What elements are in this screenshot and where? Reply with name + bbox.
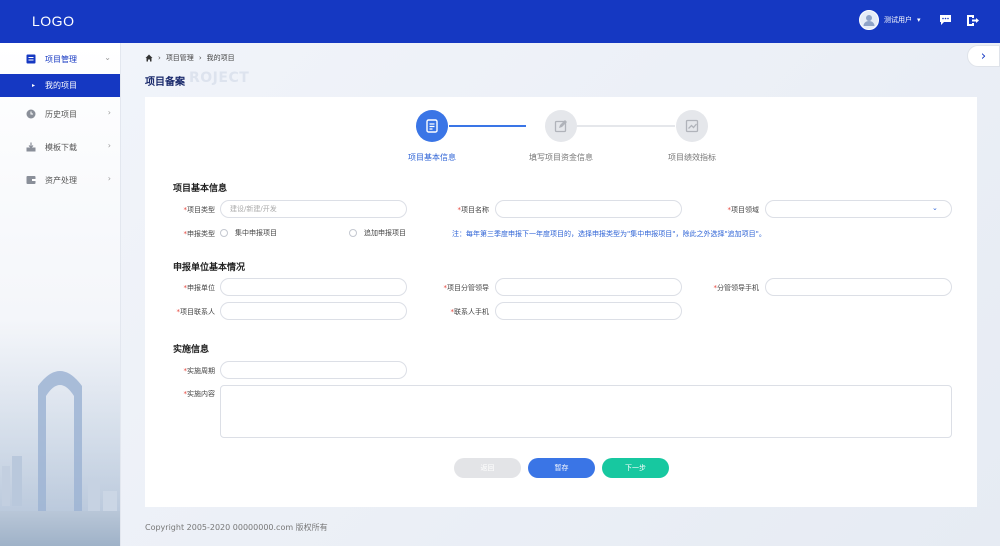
radio-label: 追加申报项目 [364,229,406,237]
logout-icon[interactable] [964,12,980,28]
breadcrumb-separator-icon: › [198,54,202,62]
project-type-input[interactable] [220,200,407,218]
avatar-icon[interactable] [859,10,879,30]
period-label: *实施周期 [183,367,216,375]
caret-down-icon[interactable]: ▾ [917,16,921,24]
sidebar-item-label: 项目管理 [45,54,77,64]
section-title-unit: 申报单位基本情况 [173,263,246,273]
step-indicator: 项目基本信息 填写项目资金信息 项目绩效指标 [145,97,977,177]
back-button[interactable]: 返回 [454,458,521,478]
page-title: 项目备案 [145,77,185,88]
period-input[interactable] [220,361,407,379]
apply-unit-input[interactable] [220,278,407,296]
logo[interactable]: LOGO [32,13,74,29]
apply-unit-label: *申报单位 [183,284,216,292]
footer-copyright: Copyright 2005-2020 00000000.com 版权所有 [145,523,328,532]
contact-label: *项目联系人 [176,308,216,316]
sidebar-item-asset-processing[interactable]: 资产处理 › [0,167,120,193]
leader-input[interactable] [495,278,682,296]
breadcrumb: › 项目管理 › 我的项目 [145,53,235,63]
apply-type-label: *申报类型 [183,230,216,238]
chevron-down-icon[interactable]: ⌄ [932,204,938,212]
apply-type-note: 注：每年第三季度申报下一年度项目的，选择申报类型为"集中申报项目"，除此之外选择… [452,230,766,238]
clock-icon [26,109,36,119]
sidebar-item-project-management[interactable]: 项目管理 ⌄ [0,46,120,72]
step-connector [449,125,526,127]
content-textarea[interactable] [220,385,952,438]
folder-icon [26,54,36,64]
sidebar-item-history[interactable]: 历史项目 › [0,101,120,127]
page-title-watermark: ROJECT [189,70,250,86]
radio-label: 集中申报项目 [235,229,277,237]
leader-label: *项目分管领导 [443,284,490,292]
project-field-select[interactable] [765,200,952,218]
radio-button[interactable] [220,229,228,237]
contact-phone-input[interactable] [495,302,682,320]
step-1-label: 项目基本信息 [408,153,456,162]
sidebar-item-template-download[interactable]: 模板下载 › [0,134,120,160]
user-menu[interactable]: 测试用户 ▾ [859,10,921,30]
form-card: 项目基本信息 填写项目资金信息 项目绩效指标 项目基本信息 *项目类型 *项目名… [145,97,977,507]
apply-type-radio-additional[interactable]: 追加申报项目 [349,228,406,238]
chevron-down-icon: ⌄ [104,53,111,62]
chevron-right-icon: › [107,141,111,150]
step-2-label: 填写项目资金信息 [529,153,593,162]
step-2-icon[interactable] [545,110,577,142]
home-icon[interactable] [145,54,153,62]
section-title-basic: 项目基本信息 [173,184,228,194]
step-1-icon[interactable] [416,110,448,142]
asset-icon [26,176,36,184]
sidebar-subitem-my-projects[interactable]: ▸ 我的项目 [0,74,120,97]
sidebar: 项目管理 ⌄ ▸ 我的项目 历史项目 › 模板下载 › 资产处理 › [0,43,121,546]
content-label: *实施内容 [183,390,216,398]
chat-icon[interactable] [937,12,953,28]
section-title-impl: 实施信息 [173,345,210,355]
city-skyline-illustration [0,316,120,546]
download-icon [26,142,36,152]
breadcrumb-item[interactable]: 项目管理 [166,53,194,63]
step-connector [577,125,675,127]
save-draft-button[interactable]: 暂存 [528,458,595,478]
user-name[interactable]: 测试用户 [884,15,912,25]
sidebar-subitem-label: 我的项目 [45,81,78,90]
bullet-icon: ▸ [32,82,36,89]
radio-button[interactable] [349,229,357,237]
breadcrumb-item[interactable]: 我的项目 [207,53,235,63]
project-type-label: *项目类型 [183,206,216,214]
chevron-right-icon: › [107,108,111,117]
contact-phone-label: *联系人手机 [450,308,490,316]
step-3-label: 项目绩效指标 [668,153,716,162]
project-name-label: *项目名称 [457,206,490,214]
sidebar-item-label: 资产处理 [45,175,77,185]
leader-phone-input[interactable] [765,278,952,296]
chevron-right-icon: › [107,174,111,183]
step-3-icon[interactable] [676,110,708,142]
main-content: › 项目管理 › 我的项目 ROJECT 项目备案 › 项目基本信息 填写项目资… [121,43,1000,546]
sidebar-item-label: 模板下载 [45,142,77,152]
contact-input[interactable] [220,302,407,320]
leader-phone-label: *分管领导手机 [713,284,760,292]
next-step-button[interactable]: 下一步 [602,458,669,478]
breadcrumb-separator-icon: › [158,54,161,62]
project-field-label: *项目领域 [727,206,760,214]
project-name-input[interactable] [495,200,682,218]
top-header: LOGO 测试用户 ▾ [0,0,1000,43]
sidebar-item-label: 历史项目 [45,109,77,119]
chevron-right-icon: › [980,48,987,64]
collapse-panel-button[interactable]: › [967,45,1000,67]
apply-type-radio-centralized[interactable]: 集中申报项目 [220,228,277,238]
